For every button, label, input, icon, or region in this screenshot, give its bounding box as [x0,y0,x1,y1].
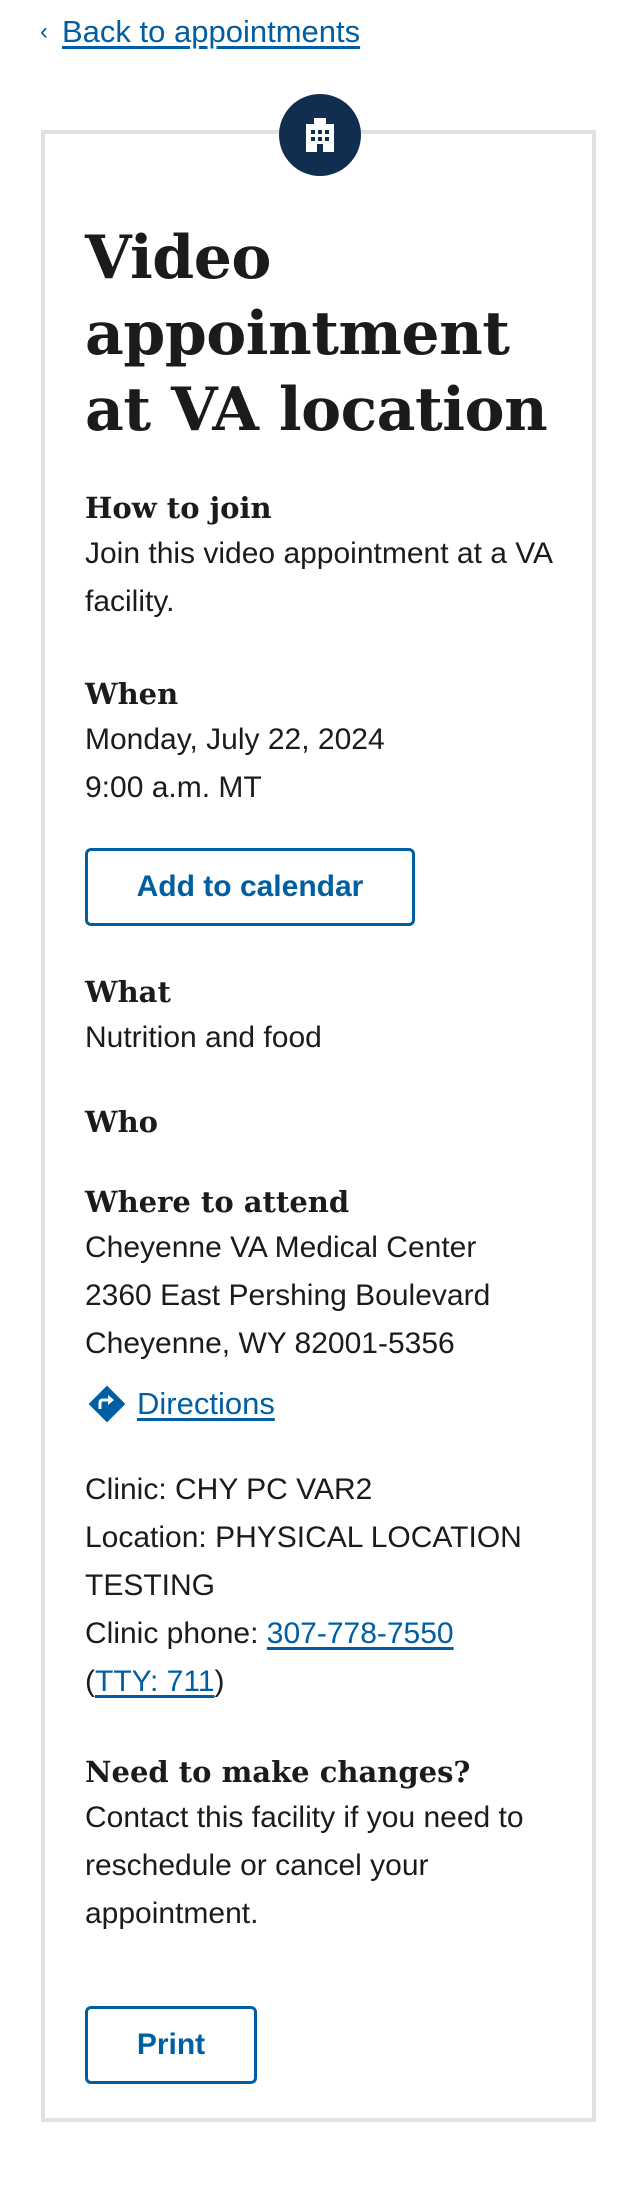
how-to-join-text: Join this video appointment at a VA faci… [85,537,552,618]
clinic-location: Location: PHYSICAL LOCATION TESTING [85,1521,522,1602]
when-section: When Monday, July 22, 2024 9:00 a.m. MT … [85,672,565,926]
changes-heading: Need to make changes? [85,1755,471,1789]
how-to-join-heading: How to join [85,491,272,525]
directions-icon [88,1385,126,1423]
tty-open-paren: ( [85,1665,95,1698]
tty-link[interactable]: TTY: 711 [95,1665,215,1698]
how-to-join-section: How to join Join this video appointment … [85,486,565,626]
clinic-phone-link[interactable]: 307-778-7550 [267,1617,454,1650]
tty-close-paren: ) [214,1665,225,1698]
appointment-time: 9:00 a.m. MT [85,771,262,804]
directions-label[interactable]: Directions [137,1386,275,1422]
who-section: Who [85,1100,565,1144]
clinic-phone-label: Clinic phone: [85,1617,267,1650]
facility-street: 2360 East Pershing Boulevard [85,1279,491,1312]
clinic-phone-line: Clinic phone: 307-778-7550 [85,1610,565,1658]
appointment-content: Video appointment at VA location How to … [85,220,565,2084]
back-link-label[interactable]: Back to appointments [62,14,360,50]
back-to-appointments-link[interactable]: ‹ Back to appointments [40,14,360,50]
facility-badge [279,94,361,176]
changes-section: Need to make changes? Contact this facil… [85,1750,565,1938]
tty-line: (TTY: 711) [85,1658,565,1706]
facility-name: Cheyenne VA Medical Center [85,1231,477,1264]
directions-link[interactable]: Directions [85,1382,565,1426]
page-title: Video appointment at VA location [85,223,548,445]
when-heading: When [85,677,179,711]
chevron-left-icon: ‹ [40,18,48,45]
print-button[interactable]: Print [85,2006,257,2084]
what-section: What Nutrition and food [85,970,565,1062]
clinic-details: Clinic: CHY PC VAR2 Location: PHYSICAL L… [85,1466,565,1706]
add-to-calendar-button[interactable]: Add to calendar [85,848,415,926]
who-heading: Who [85,1105,158,1139]
what-text: Nutrition and food [85,1021,322,1054]
building-icon [306,118,334,152]
where-section: Where to attend Cheyenne VA Medical Cent… [85,1180,565,1706]
changes-text: Contact this facility if you need to res… [85,1801,524,1930]
facility-city-state-zip: Cheyenne, WY 82001-5356 [85,1327,455,1360]
where-heading: Where to attend [85,1185,350,1219]
appointment-date: Monday, July 22, 2024 [85,723,385,756]
what-heading: What [85,975,171,1009]
clinic-name: Clinic: CHY PC VAR2 [85,1473,373,1506]
